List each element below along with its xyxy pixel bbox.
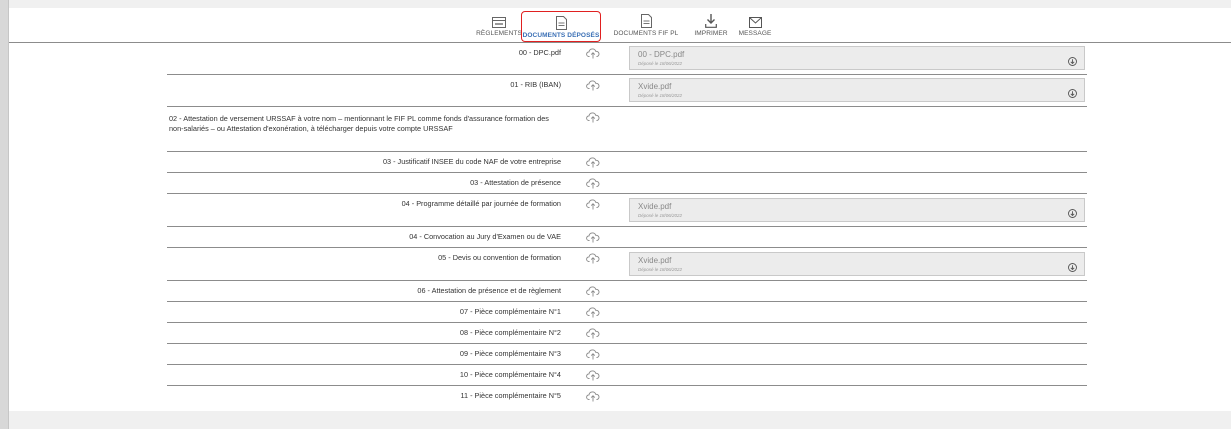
left-rail <box>0 0 9 429</box>
document-label: 05 - Devis ou convention de formation <box>438 253 561 262</box>
tab-reglements[interactable]: RÈGLEMENTS <box>475 10 523 42</box>
file-date: Déposé le 18/06/2022 <box>638 93 683 98</box>
print-button[interactable]: IMPRIMER <box>693 10 729 42</box>
cloud-upload-icon[interactable] <box>586 176 600 189</box>
tab-documents-fif-pl[interactable]: DOCUMENTS FIF PL <box>613 10 679 42</box>
file-name: Xvide.pdf <box>638 256 672 265</box>
tab-documents-deposes[interactable]: DOCUMENTS DÉPOSÉS <box>521 11 601 42</box>
file-item[interactable]: Xvide.pdf Déposé le 18/06/2022 <box>629 78 1085 102</box>
tab-reglements-label: RÈGLEMENTS <box>476 30 522 37</box>
document-icon <box>555 12 567 30</box>
print-button-label: IMPRIMER <box>694 30 728 37</box>
tab-documents-fif-pl-label: DOCUMENTS FIF PL <box>613 30 679 37</box>
download-circle-icon[interactable] <box>1068 85 1077 98</box>
document-row: 02 - Attestation de versement URSSAF à v… <box>167 107 1087 152</box>
document-label: 08 - Pièce complémentaire N°2 <box>459 328 561 337</box>
cloud-upload-icon[interactable] <box>586 46 600 59</box>
message-button-label: MESSAGE <box>738 30 772 37</box>
cloud-upload-icon[interactable] <box>586 155 600 168</box>
file-item[interactable]: 00 - DPC.pdf Déposé le 18/06/2022 <box>629 46 1085 70</box>
documents-panel: RÈGLEMENTS DOCUMENTS DÉPOSÉS DOCUMENTS F… <box>9 8 1231 411</box>
cloud-upload-icon[interactable] <box>586 197 600 210</box>
envelope-icon <box>748 10 762 28</box>
document-row: 09 - Pièce complémentaire N°3 <box>167 344 1087 365</box>
download-icon <box>705 10 717 28</box>
download-circle-icon[interactable] <box>1068 53 1077 66</box>
file-date: Déposé le 18/06/2022 <box>638 267 683 272</box>
cloud-upload-icon[interactable] <box>586 389 600 402</box>
document-row: 07 - Pièce complémentaire N°1 <box>167 302 1087 323</box>
message-button[interactable]: MESSAGE <box>737 10 773 42</box>
file-name: Xvide.pdf <box>638 202 672 211</box>
document-label: 00 - DPC.pdf <box>518 48 561 57</box>
document-label: 04 - Programme détaillé par journée de f… <box>401 199 561 208</box>
file-item[interactable]: Xvide.pdf Déposé le 18/06/2022 <box>629 252 1085 276</box>
file-date: Déposé le 18/06/2022 <box>638 61 683 66</box>
download-circle-icon[interactable] <box>1068 205 1077 218</box>
tab-documents-deposes-label: DOCUMENTS DÉPOSÉS <box>522 32 600 39</box>
file-date: Déposé le 18/06/2022 <box>638 213 683 218</box>
document-label: 04 - Convocation au Jury d'Examen ou de … <box>409 232 561 241</box>
document-row: 03 - Justificatif INSEE du code NAF de v… <box>167 152 1087 173</box>
file-item[interactable]: Xvide.pdf Déposé le 18/06/2022 <box>629 198 1085 222</box>
document-row: 04 - Programme détaillé par journée de f… <box>167 194 1087 227</box>
cloud-upload-icon[interactable] <box>586 326 600 339</box>
cloud-upload-icon[interactable] <box>586 78 600 91</box>
document-label: 02 - Attestation de versement URSSAF à v… <box>169 114 549 133</box>
cloud-upload-icon[interactable] <box>586 230 600 243</box>
document-label: 03 - Justificatif INSEE du code NAF de v… <box>382 157 561 166</box>
credit-card-icon <box>492 10 506 28</box>
document-row: 10 - Pièce complémentaire N°4 <box>167 365 1087 386</box>
document-row: 00 - DPC.pdf 00 - DPC.pdf Déposé le 18/0… <box>167 43 1087 75</box>
document-label: 07 - Pièce complémentaire N°1 <box>459 307 561 316</box>
document-row: 05 - Devis ou convention de formation Xv… <box>167 248 1087 281</box>
document-icon <box>640 10 652 28</box>
cloud-upload-icon[interactable] <box>586 284 600 297</box>
document-row: 06 - Attestation de présence et de règle… <box>167 281 1087 302</box>
document-row: 03 - Attestation de présence <box>167 173 1087 194</box>
document-row: 04 - Convocation au Jury d'Examen ou de … <box>167 227 1087 248</box>
file-name: Xvide.pdf <box>638 82 672 91</box>
document-label: 06 - Attestation de présence et de règle… <box>417 286 561 295</box>
toolbar: RÈGLEMENTS DOCUMENTS DÉPOSÉS DOCUMENTS F… <box>9 8 1231 43</box>
cloud-upload-icon[interactable] <box>586 368 600 381</box>
document-label: 01 - RIB (IBAN) <box>510 80 561 89</box>
document-row: 01 - RIB (IBAN) Xvide.pdf Déposé le 18/0… <box>167 75 1087 107</box>
document-label: 09 - Pièce complémentaire N°3 <box>459 349 561 358</box>
cloud-upload-icon[interactable] <box>586 305 600 318</box>
document-label: 11 - Pièce complémentaire N°5 <box>460 391 561 400</box>
download-circle-icon[interactable] <box>1068 259 1077 272</box>
document-label: 10 - Pièce complémentaire N°4 <box>459 370 561 379</box>
cloud-upload-icon[interactable] <box>586 251 600 264</box>
document-row: 08 - Pièce complémentaire N°2 <box>167 323 1087 344</box>
file-name: 00 - DPC.pdf <box>638 50 685 59</box>
cloud-upload-icon[interactable] <box>586 110 600 123</box>
cloud-upload-icon[interactable] <box>586 347 600 360</box>
document-row: 11 - Pièce complémentaire N°5 <box>167 386 1087 406</box>
document-label: 03 - Attestation de présence <box>470 178 561 187</box>
